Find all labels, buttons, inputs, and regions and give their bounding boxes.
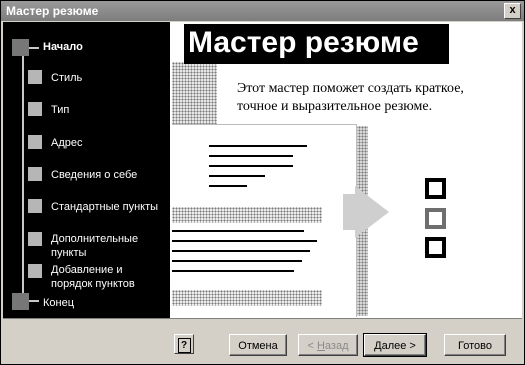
step-marker-additional (28, 232, 42, 246)
step-address[interactable]: Адрес (51, 136, 83, 150)
step-start[interactable]: Начало (43, 40, 83, 54)
step-marker-about (28, 167, 42, 181)
text-line (209, 155, 293, 157)
back-prefix: < (307, 340, 317, 352)
step-marker-order (28, 264, 42, 278)
text-line (172, 260, 302, 262)
steps-panel: Начало Стиль Тип Адрес Сведения о себе С… (3, 22, 170, 318)
title-bar: Мастер резюме x (1, 1, 524, 21)
help-icon[interactable]: ? (174, 334, 194, 354)
step-marker-style (28, 70, 42, 84)
text-line (172, 230, 304, 232)
text-line (209, 145, 307, 147)
steps-timeline (22, 48, 24, 300)
wizard-description: Этот мастер поможет создать краткое, точ… (237, 81, 464, 114)
step-marker-address (28, 135, 42, 149)
step-tick (29, 300, 39, 302)
text-line (209, 185, 247, 187)
next-button[interactable]: Далее > (363, 333, 427, 357)
finish-button[interactable]: Готово (444, 334, 506, 356)
content-area: Мастер резюме Этот мастер поможет создат… (170, 22, 522, 318)
back-button[interactable]: < Назад (298, 334, 358, 356)
cancel-button[interactable]: Отмена (229, 334, 287, 356)
section-band (172, 290, 322, 306)
close-icon[interactable]: x (504, 3, 521, 19)
step-about[interactable]: Сведения о себе (51, 168, 137, 182)
step-tick (29, 47, 39, 49)
checkbox-icon (425, 237, 446, 258)
section-band (172, 207, 322, 223)
next-label: алее > (381, 340, 416, 352)
resume-page-illustration (172, 124, 357, 317)
text-line (172, 240, 317, 242)
step-marker-type (28, 102, 42, 116)
step-standard-items[interactable]: Стандартные пункты (51, 200, 158, 214)
page-title: Мастер резюме (188, 26, 419, 59)
checkbox-icon (425, 178, 446, 199)
step-type[interactable]: Тип (51, 103, 69, 117)
arrow-icon (355, 186, 389, 238)
next-hotkey: Д (374, 340, 382, 352)
checkbox-icon (425, 208, 446, 229)
text-line (172, 270, 294, 272)
text-line (172, 250, 310, 252)
step-marker-end (12, 293, 29, 310)
step-marker-standard (28, 199, 42, 213)
step-add-order-items[interactable]: Добавление и порядок пунктов (51, 263, 161, 291)
button-bar: ? Отмена < Назад Далее > Готово (3, 318, 522, 364)
step-marker-start (12, 39, 29, 56)
text-line (209, 175, 265, 177)
step-additional-items[interactable]: Дополнительные пункты (51, 232, 161, 260)
window-title: Мастер резюме (6, 4, 99, 18)
step-style[interactable]: Стиль (51, 71, 82, 85)
step-end[interactable]: Конец (43, 296, 74, 310)
back-hotkey: Н (316, 340, 325, 352)
wizard-window: Мастер резюме x Начало Стиль Тип Адрес С… (0, 0, 525, 365)
text-line (209, 165, 293, 167)
back-label: азад (324, 340, 349, 352)
help-glyph: ? (177, 338, 191, 353)
